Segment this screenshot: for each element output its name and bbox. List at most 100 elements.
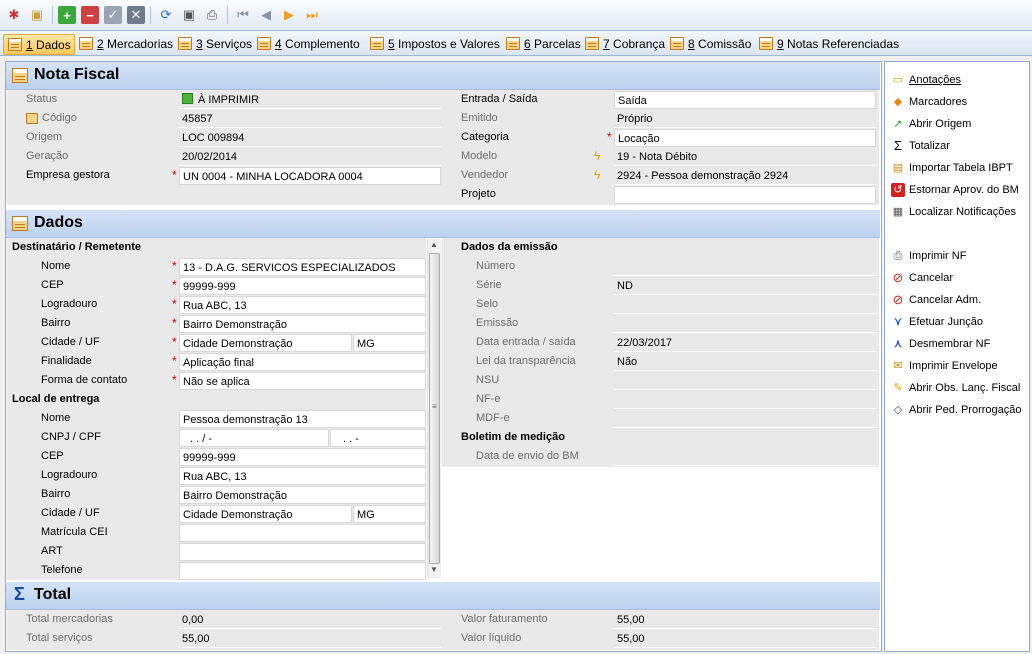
first-icon[interactable]: ⏮ [234, 6, 252, 24]
entrada-label: Entrada / Saída [461, 93, 538, 105]
confirm-icon[interactable]: ✓ [104, 6, 122, 24]
action-cancelar[interactable]: ⊘ Cancelar [891, 268, 953, 288]
cancel-icon: ⊘ [892, 270, 904, 285]
geracao-value: 20/02/2014 [179, 148, 441, 166]
action-importar-ibpt[interactable]: ▤ Importar Tabela IBPT [891, 158, 1013, 178]
scroll-up-icon[interactable]: ▲ [430, 240, 438, 249]
next-icon[interactable]: ▶ [280, 6, 298, 24]
action-anotacoes[interactable]: ▭ Anotações [891, 70, 961, 90]
scroll-down-icon[interactable]: ▼ [430, 565, 438, 574]
le-telefone-label: Telefone [41, 564, 83, 576]
codigo-label: Código [42, 112, 77, 124]
tab-label: Notas Referenciadas [783, 37, 900, 51]
tab-cobranca[interactable]: 7 Cobrança [581, 34, 668, 55]
entrada-field[interactable]: Saída [614, 91, 876, 109]
tab-notas-referenciadas[interactable]: 9 Notas Referenciadas [755, 34, 902, 55]
cancel-icon[interactable]: ✕ [127, 6, 145, 24]
local-telefone-field[interactable] [179, 562, 426, 580]
required-marker: * [172, 354, 177, 368]
lightning-icon[interactable]: ϟ [594, 166, 600, 185]
tab-number: 9 [777, 37, 784, 51]
action-label: Anotações [909, 74, 961, 86]
destinatario-uf-field[interactable]: MG [353, 334, 426, 352]
lock-icon[interactable]: ▣ [28, 6, 46, 24]
destinatario-bairro-field[interactable]: Bairro Demonstração [179, 315, 426, 333]
form-icon [257, 37, 271, 50]
remove-icon[interactable]: − [81, 6, 99, 24]
origem-value: LOC 009894 [179, 129, 441, 147]
toolbar-separator [227, 6, 228, 24]
tab-label: Comissão [694, 37, 752, 51]
local-uf-field[interactable]: MG [353, 505, 426, 523]
required-marker: * [172, 373, 177, 387]
extend-icon: ◇ [893, 404, 903, 416]
local-logradouro-field[interactable]: Rua ABC, 13 [179, 467, 426, 485]
tab-complemento[interactable]: 4 Complemento [253, 34, 363, 55]
action-abrir-obs[interactable]: ✎ Abrir Obs. Lanç. Fiscal [891, 378, 1020, 398]
local-nome-field[interactable]: Pessoa demonstração 13 [179, 410, 426, 428]
local-cnpj-field[interactable]: . . / - [179, 429, 329, 447]
tab-dados[interactable]: 1 Dados [3, 34, 75, 55]
tab-impostos[interactable]: 5 Impostos e Valores [366, 34, 503, 55]
action-label: Abrir Obs. Lanç. Fiscal [909, 382, 1021, 394]
lightning-icon[interactable]: ϟ [594, 147, 600, 166]
split-icon: ⋏ [893, 338, 903, 350]
local-art-field[interactable] [179, 543, 426, 561]
projeto-field[interactable] [614, 186, 876, 204]
destinatario-header: Destinatário / Remetente [12, 241, 141, 253]
action-localizar-notificacoes[interactable]: ▦ Localizar Notificações [891, 202, 1016, 222]
action-imprimir-nf[interactable]: ⎙ Imprimir NF [891, 246, 967, 266]
total-servicos-label: Total serviços [26, 632, 93, 644]
action-cancelar-adm[interactable]: ⊘ Cancelar Adm. [891, 290, 982, 310]
finalidade-field[interactable]: Aplicação final [179, 353, 426, 371]
print-icon[interactable]: ⎙ [203, 6, 221, 24]
toolbar-separator [52, 6, 53, 24]
action-label: Abrir Ped. Prorrogação [909, 404, 1022, 416]
preview-icon[interactable]: ▣ [180, 6, 198, 24]
serie-value: ND [614, 277, 876, 295]
destinatario-nome-field[interactable]: 13 - D.A.G. SERVICOS ESPECIALIZADOS EIRE… [179, 258, 426, 292]
action-imprimir-envelope[interactable]: ✉ Imprimir Envelope [891, 356, 997, 376]
actions-panel: ▭ Anotações ◆ Marcadores ➚ Abrir Origem Σ To… [884, 61, 1030, 652]
local-matricula-field[interactable] [179, 524, 426, 542]
categoria-field[interactable]: Locação [614, 129, 876, 147]
tab-comissao[interactable]: 8 Comissão [666, 34, 754, 55]
forma-contato-field[interactable]: Não se aplica [179, 372, 426, 390]
section-title: Dados [34, 214, 83, 231]
refresh-icon[interactable]: ⟳ [157, 6, 175, 24]
new-icon[interactable]: ✱ [5, 6, 23, 24]
local-cidade-field[interactable]: Cidade Demonstração [179, 505, 352, 523]
le-cep-label: CEP [41, 450, 64, 462]
local-cep-field[interactable]: 99999-999 [179, 448, 426, 466]
action-estornar-bm[interactable]: ↺ Estornar Aprov. do BM [891, 180, 1019, 200]
tab-parcelas[interactable]: 6 Parcelas [502, 34, 584, 55]
required-marker: * [172, 278, 177, 292]
vendedor-label: Vendedor [461, 169, 509, 181]
tab-servicos[interactable]: 3 Serviços [174, 34, 255, 55]
destinatario-cep-field[interactable]: 99999-999 [179, 277, 426, 295]
local-bairro-field[interactable]: Bairro Demonstração [179, 486, 426, 504]
action-desmembrar-nf[interactable]: ⋏ Desmembrar NF [891, 334, 990, 354]
action-efetuar-juncao[interactable]: ⋎ Efetuar Junção [891, 312, 983, 332]
empresa-field[interactable]: UN 0004 - MINHA LOCADORA 0004 [179, 167, 441, 185]
prev-icon[interactable]: ◀ [257, 6, 275, 24]
action-marcadores[interactable]: ◆ Marcadores [891, 92, 967, 112]
action-label: Desmembrar NF [909, 338, 991, 350]
local-cpf-field[interactable]: . . - [330, 429, 426, 447]
action-abrir-origem[interactable]: ➚ Abrir Origem [891, 114, 971, 134]
destinatario-cidade-field[interactable]: Cidade Demonstração [179, 334, 352, 352]
action-abrir-prorrogacao[interactable]: ◇ Abrir Ped. Prorrogação [891, 400, 1022, 420]
last-icon[interactable]: ⏭ [303, 6, 321, 24]
printer-icon: ⎙ [893, 250, 903, 262]
tab-mercadorias[interactable]: 2 Mercadorias [75, 34, 176, 55]
destinatario-logradouro-field[interactable]: Rua ABC, 13 [179, 296, 426, 314]
tab-bar: 1 Dados 2 Mercadorias 3 Serviços 4 Compl… [0, 32, 1032, 56]
status-indicator-icon [182, 93, 193, 104]
scroll-thumb[interactable]: ≡ [429, 253, 440, 564]
sigma-icon: Σ [14, 584, 25, 604]
dados-scrollbar[interactable]: ▲ ≡ ▼ [427, 239, 441, 578]
add-icon[interactable]: + [58, 6, 76, 24]
lei-value: Não [614, 353, 876, 371]
emitido-value: Próprio [614, 110, 876, 128]
action-totalizar[interactable]: Σ Totalizar [891, 136, 950, 156]
